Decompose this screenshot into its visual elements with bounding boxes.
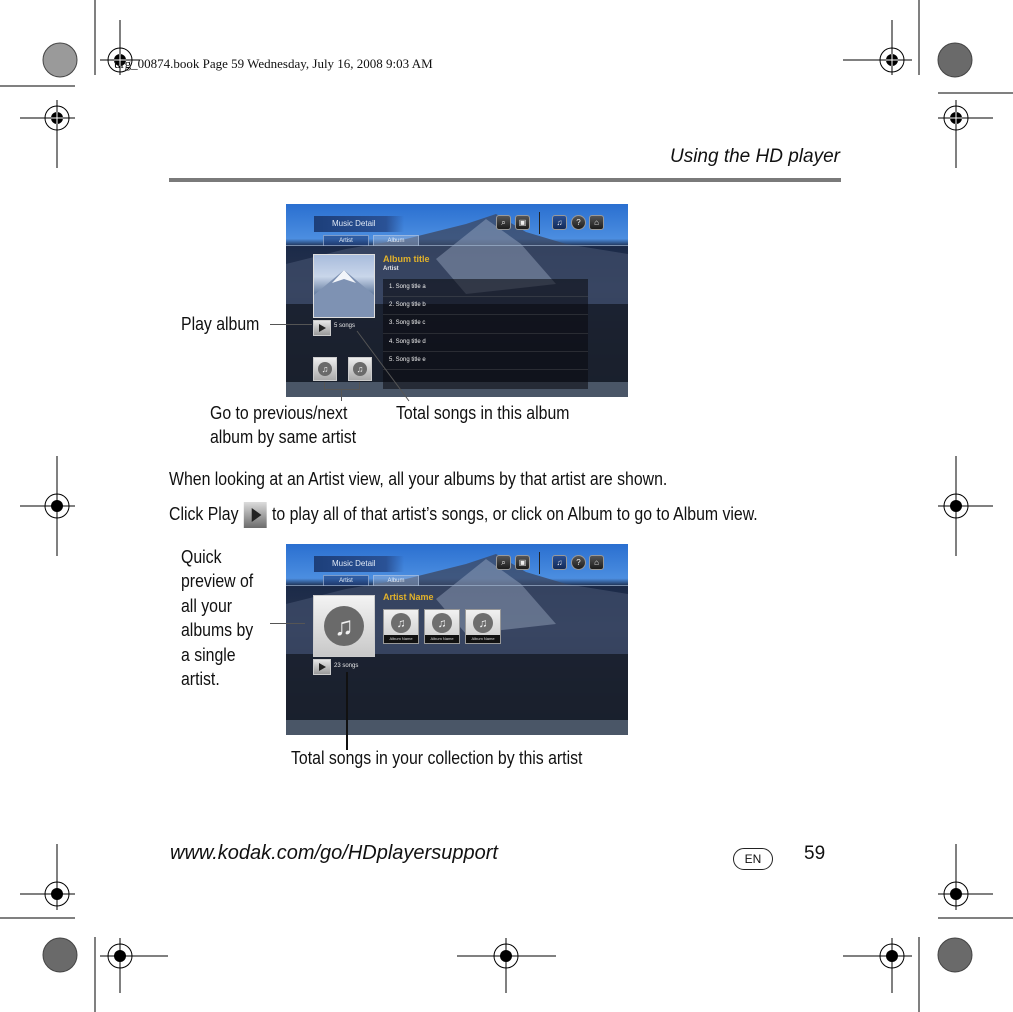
support-url[interactable]: www.kodak.com/go/HDplayersupport — [170, 842, 498, 865]
page-number: 59 — [804, 843, 826, 864]
music-note-icon: ♫ — [391, 613, 411, 633]
callout-total-collection: Total songs in your collection by this a… — [291, 748, 583, 768]
artist-name: Artist Name — [383, 592, 434, 602]
callout-quick-preview-6: artist. — [181, 669, 220, 689]
search-icon[interactable]: ⌕ — [496, 555, 511, 570]
callout-leader — [346, 672, 348, 750]
body-text-before: Click Play — [169, 503, 239, 524]
play-artist-button[interactable] — [313, 659, 331, 675]
header-divider — [286, 585, 628, 586]
songs-count: 23 songs — [334, 663, 359, 669]
callout-leader — [270, 623, 305, 624]
callout-play-album: Play album — [181, 314, 260, 334]
body-text-after: to play all of that artist’s songs, or c… — [271, 503, 758, 524]
callout-quick-preview-4: albums by — [181, 620, 254, 640]
album-tile[interactable]: ♫ Album Name — [465, 609, 501, 644]
home-icon[interactable]: ⌂ — [589, 555, 604, 570]
music-note-icon: ♫ — [432, 613, 452, 633]
slideshow-icon[interactable]: ▣ — [515, 555, 530, 570]
help-icon[interactable]: ? — [571, 555, 586, 570]
callout-quick-preview-1: Quick — [181, 547, 222, 567]
body-paragraph-1: When looking at an Artist view, all your… — [169, 469, 668, 489]
music-note-icon: ♫ — [473, 613, 493, 633]
music-icon[interactable]: ♫ — [552, 555, 567, 570]
screen-title: Music Detail — [314, 556, 404, 572]
callout-prev-next-line1: Go to previous/next — [210, 403, 348, 423]
callout-prev-next-line2: album by same artist — [210, 427, 357, 447]
music-note-icon: ♫ — [324, 606, 364, 646]
callout-total-songs: Total songs in this album — [396, 403, 570, 423]
album-tile[interactable]: ♫ Album Name — [383, 609, 419, 644]
callout-quick-preview-5: a single — [181, 645, 236, 665]
album-name: Album Name — [384, 635, 418, 643]
callout-quick-preview-2: preview of — [181, 571, 254, 591]
album-tile[interactable]: ♫ Album Name — [424, 609, 460, 644]
artist-view-screenshot: ♫ Music Detail Artist Album ⌕ ▣ ♫ ? ⌂ ♫ … — [286, 544, 628, 735]
callout-quick-preview-3: all your — [181, 596, 233, 616]
artist-preview-tile[interactable]: ♫ — [313, 595, 375, 657]
album-name: Album Name — [425, 635, 459, 643]
album-name: Album Name — [466, 635, 500, 643]
body-paragraph-2: Click Play to play all of that artist’s s… — [169, 502, 758, 528]
language-badge: EN — [733, 848, 773, 870]
play-icon — [243, 502, 267, 528]
toolbar-divider — [539, 552, 540, 574]
